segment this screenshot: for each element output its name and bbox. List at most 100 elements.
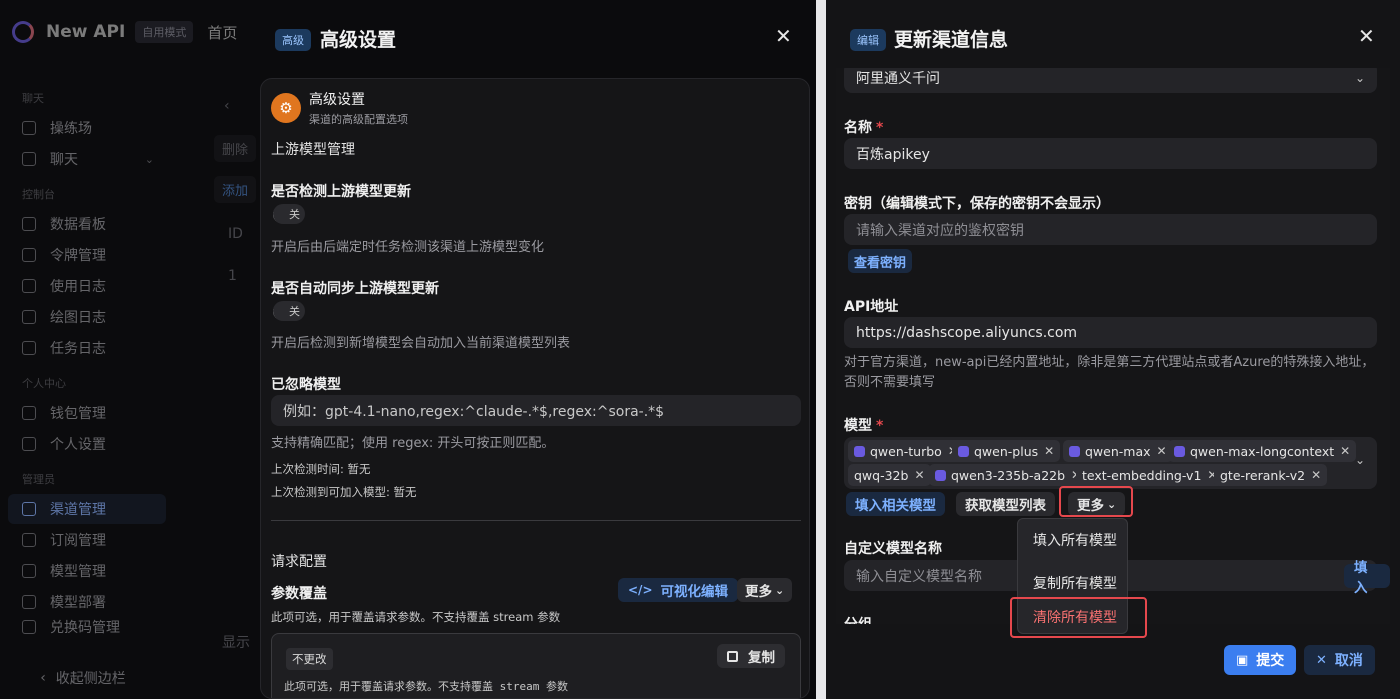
- sidebar-item-tokens[interactable]: 令牌管理: [8, 240, 166, 270]
- chevron-left-icon: ‹: [40, 670, 46, 686]
- box-icon: [22, 564, 36, 578]
- more-button-highlight: [1059, 486, 1133, 517]
- name-input[interactable]: 百炼apikey: [844, 138, 1377, 169]
- sidebar-item-deployments[interactable]: 模型部署: [8, 587, 166, 617]
- model-chip: gte-rerank-v2 ✕: [1214, 464, 1328, 486]
- required-mark: *: [876, 120, 884, 136]
- autosync-toggle[interactable]: 关: [273, 301, 305, 321]
- sidebar-item-personal-settings[interactable]: 个人设置: [8, 429, 166, 459]
- param-override-editor[interactable]: 不更改 复制 此项可选，用于覆盖请求参数。不支持覆盖 stream 参数: [271, 633, 801, 698]
- copy-icon: [727, 650, 738, 662]
- api-input[interactable]: https://dashscope.aliyuncs.com: [844, 317, 1377, 348]
- chat-icon: [22, 152, 36, 166]
- more-label: 更多: [745, 584, 772, 600]
- fetch-model-list-button[interactable]: 获取模型列表: [956, 492, 1055, 516]
- model-chip: qwq-32b ✕: [848, 464, 931, 486]
- calendar-icon: [22, 533, 36, 547]
- sidebar-item-task-log[interactable]: 任务日志: [8, 333, 166, 363]
- dropdown-copy-all-models[interactable]: 复制所有模型: [1018, 566, 1129, 600]
- sidebar-item-dashboard[interactable]: 数据看板: [8, 209, 166, 239]
- clear-models-highlight: [1010, 597, 1147, 638]
- remove-icon[interactable]: ✕: [914, 468, 924, 482]
- model-chip-label: qwen3-235b-a22b: [951, 467, 1066, 483]
- code-icon: </>: [628, 583, 653, 597]
- model-chip: qwen-max ✕: [1063, 440, 1173, 462]
- close-icon: ✕: [1316, 652, 1327, 668]
- submit-button[interactable]: ▣ 提交: [1224, 645, 1297, 675]
- request-section-title: 请求配置: [271, 554, 327, 570]
- submit-label: 提交: [1256, 653, 1285, 669]
- sidebar-item-label: 渠道管理: [50, 502, 106, 518]
- last-check-time: 上次检测时间: 暂无: [271, 462, 371, 476]
- close-icon[interactable]: ✕: [775, 26, 792, 46]
- playground-icon: [22, 121, 36, 135]
- ignored-models-input[interactable]: 例如：gpt-4.1-nano,regex:^claude-.*$,regex:…: [271, 395, 801, 426]
- fill-related-models-button[interactable]: 填入相关模型: [846, 492, 945, 516]
- save-icon: ▣: [1236, 652, 1249, 668]
- api-help: 对于官方渠道，new-api已经内置地址，除非是第三方代理站点或者Azure的特…: [844, 355, 1375, 390]
- more-button[interactable]: 更多 ⌄: [737, 578, 793, 602]
- layers-icon: [22, 502, 36, 516]
- sidebar-item-label: 任务日志: [50, 341, 106, 357]
- sidebar-item-models[interactable]: 模型管理: [8, 556, 166, 586]
- view-key-button[interactable]: 查看密钥: [848, 249, 913, 273]
- sidebar-item-channels[interactable]: 渠道管理: [8, 494, 166, 524]
- user-icon: [22, 437, 36, 451]
- divider: [271, 520, 801, 521]
- models-label: 模型 *: [844, 415, 883, 435]
- sidebar-item-subscriptions[interactable]: 订阅管理: [8, 525, 166, 555]
- model-chip-label: text-embedding-v1: [1082, 467, 1202, 483]
- back-arrow-icon[interactable]: ‹: [224, 98, 230, 114]
- sidebar-item-label: 兑换码管理: [50, 620, 120, 636]
- fill-custom-model-button[interactable]: 填入: [1344, 560, 1390, 596]
- collapse-sidebar-button[interactable]: ‹ 收起侧边栏: [0, 660, 166, 696]
- row-id: 1: [228, 268, 237, 284]
- remove-icon[interactable]: ✕: [1157, 444, 1167, 458]
- channel-type-select[interactable]: 阿里通义千问 ⌄: [844, 68, 1377, 93]
- model-chip-label: qwen-max-longcontext: [1190, 443, 1335, 459]
- model-icon: [935, 469, 946, 481]
- detect-upstream-toggle[interactable]: 关: [273, 204, 305, 224]
- model-chip-label: qwen-max: [1085, 443, 1151, 459]
- model-icon: [958, 445, 969, 457]
- param-override-label: 参数覆盖: [271, 586, 327, 602]
- sidebar-item-label: 操练场: [50, 121, 92, 137]
- key-input[interactable]: 请输入渠道对应的鉴权密钥: [844, 214, 1377, 245]
- models-label-text: 模型: [844, 418, 872, 434]
- remove-icon[interactable]: ✕: [1044, 444, 1054, 458]
- add-button[interactable]: 添加: [214, 176, 257, 203]
- sidebar-item-chat[interactable]: 聊天 ⌄: [8, 144, 166, 174]
- group-label: 分组: [844, 614, 872, 624]
- sidebar-item-drawing-log[interactable]: 绘图日志: [8, 302, 166, 332]
- advanced-settings-header: 高级 高级设置 ✕: [260, 0, 816, 76]
- app-logo-icon: [12, 21, 34, 43]
- ignored-models-label: 已忽略模型: [271, 377, 341, 393]
- model-chip: qwen3-235b-a22b✕: [929, 464, 1088, 486]
- sidebar-item-label: 数据看板: [50, 217, 106, 233]
- visual-edit-button[interactable]: </> 可视化编辑: [618, 578, 738, 602]
- models-select[interactable]: qwen-turbo ✕ qwen-plus✕ qwen-max ✕ qwen-ma…: [844, 437, 1377, 489]
- sidebar-item-wallet[interactable]: 钱包管理: [8, 398, 166, 428]
- remove-icon[interactable]: ✕: [1311, 468, 1321, 482]
- sidebar-item-redeem[interactable]: 兑换码管理: [8, 618, 166, 636]
- home-link[interactable]: 首页: [207, 22, 237, 43]
- model-chip: qwen-plus ✕: [952, 440, 1061, 462]
- sidebar-item-usage-log[interactable]: 使用日志: [8, 271, 166, 301]
- visual-edit-label: 可视化编辑: [660, 584, 729, 600]
- task-icon: [22, 341, 36, 355]
- ticket-icon: [22, 620, 36, 634]
- dashboard-icon: [22, 217, 36, 231]
- copy-button[interactable]: 复制: [717, 644, 785, 668]
- close-icon[interactable]: ✕: [1358, 26, 1375, 46]
- dropdown-fill-all-models[interactable]: 填入所有模型: [1018, 523, 1129, 557]
- cancel-button[interactable]: ✕ 取消: [1304, 645, 1375, 675]
- sidebar-item-label: 令牌管理: [50, 248, 106, 264]
- sidebar: 聊天 操练场 聊天 ⌄ 控制台 数据看板 令牌管理 使用日志 绘图日志 任务日志 …: [8, 78, 166, 637]
- remove-icon[interactable]: ✕: [1340, 444, 1350, 458]
- delete-button[interactable]: 删除: [214, 135, 257, 162]
- model-chip-label: qwen-turbo: [870, 443, 942, 459]
- channel-type-value: 阿里通义千问: [856, 70, 940, 87]
- image-icon: [22, 310, 36, 324]
- sidebar-item-playground[interactable]: 操练场: [8, 113, 166, 143]
- toggle-state: 关: [273, 204, 305, 224]
